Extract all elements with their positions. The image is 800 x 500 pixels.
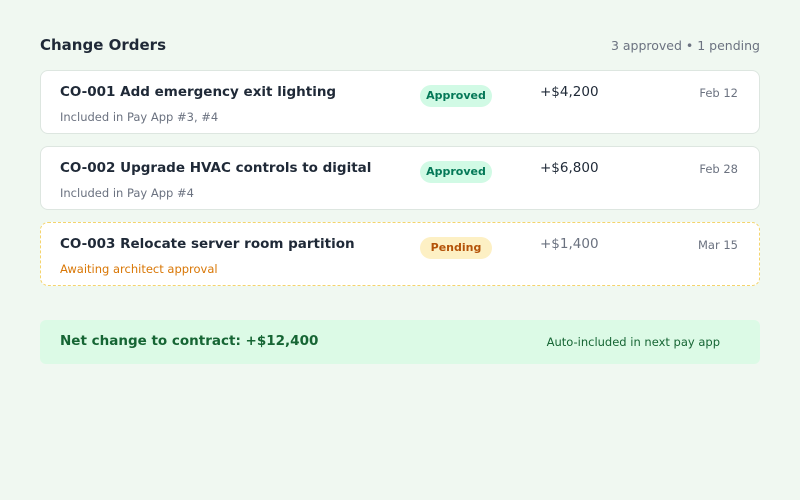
change-order-date: Feb 28 (699, 162, 738, 176)
page-title: Change Orders (40, 36, 167, 54)
status-badge: Approved (420, 161, 492, 183)
change-order-title: CO-002 Upgrade HVAC controls to digital (60, 160, 372, 176)
change-order-card-co-001[interactable]: CO-001 Add emergency exit lighting Inclu… (40, 70, 760, 134)
status-summary: 3 approved • 1 pending (610, 38, 760, 53)
change-order-title: CO-001 Add emergency exit lighting (60, 84, 337, 100)
change-orders-header: Change Orders 3 approved • 1 pending (40, 34, 760, 56)
change-order-amount: +$4,200 (540, 84, 599, 100)
change-order-subtitle: Awaiting architect approval (60, 262, 218, 276)
status-badge: Pending (420, 237, 492, 259)
change-order-title: CO-003 Relocate server room partition (60, 236, 355, 252)
change-order-subtitle: Included in Pay App #3, #4 (60, 110, 219, 124)
net-change-bar: Net change to contract: +$12,400 Auto-in… (40, 320, 760, 364)
auto-include-note: Auto-included in next pay app (546, 335, 720, 349)
change-order-amount: +$6,800 (540, 160, 599, 176)
change-order-card-co-003[interactable]: CO-003 Relocate server room partition Aw… (40, 222, 760, 286)
change-order-subtitle: Included in Pay App #4 (60, 186, 194, 200)
change-order-date: Feb 12 (699, 86, 738, 100)
change-order-amount: +$1,400 (540, 236, 599, 252)
change-order-date: Mar 15 (698, 238, 738, 252)
change-order-card-co-002[interactable]: CO-002 Upgrade HVAC controls to digital … (40, 146, 760, 210)
net-change-total: Net change to contract: +$12,400 (60, 333, 319, 349)
status-badge: Approved (420, 85, 492, 107)
